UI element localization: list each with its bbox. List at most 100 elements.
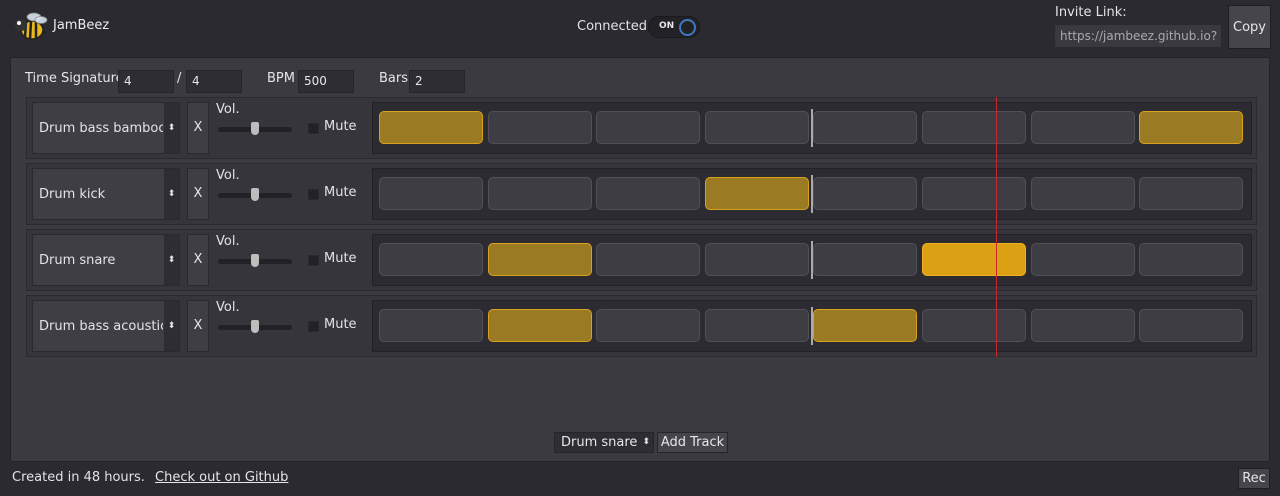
volume-slider-thumb[interactable]	[251, 188, 259, 201]
step-pad[interactable]	[922, 177, 1026, 210]
step-pad[interactable]	[922, 243, 1026, 276]
step-pad[interactable]	[487, 111, 592, 144]
bpm-input[interactable]: 500	[298, 70, 354, 93]
volume-slider-thumb[interactable]	[251, 122, 259, 135]
volume-slider-thumb[interactable]	[251, 320, 259, 333]
volume-label: Vol.	[216, 168, 240, 183]
track-name: Drum bass acoustic	[39, 318, 163, 334]
volume-label: Vol.	[216, 234, 240, 249]
step-pad[interactable]	[704, 111, 809, 144]
track-row: Drum kick ⬍ X Vol. Mute	[26, 163, 1257, 225]
step-pad[interactable]	[379, 111, 483, 144]
step-pad[interactable]	[704, 243, 809, 276]
step-pad[interactable]	[1030, 111, 1135, 144]
playhead	[996, 97, 997, 357]
step-pad[interactable]	[379, 177, 483, 210]
bar-divider	[811, 307, 813, 345]
track-instrument-select[interactable]: Drum bass bamboo ⬍	[32, 102, 180, 154]
volume-label: Vol.	[216, 300, 240, 315]
delete-track-button[interactable]: X	[187, 300, 209, 352]
step-pad[interactable]	[813, 177, 918, 210]
volume-slider[interactable]	[218, 122, 292, 135]
select-arrow-icon: ⬍	[164, 169, 179, 219]
bar-divider	[811, 175, 813, 213]
step-grid	[372, 102, 1252, 154]
toggle-state-text: ON	[659, 21, 675, 31]
rec-button[interactable]: Rec	[1238, 468, 1270, 489]
select-arrow-icon: ⬍	[642, 437, 650, 447]
footer-text: Created in 48 hours.	[12, 470, 145, 485]
add-track-selected: Drum snare	[561, 435, 638, 450]
step-pad[interactable]	[379, 309, 483, 342]
time-sig-separator: /	[177, 71, 182, 86]
volume-label: Vol.	[216, 102, 240, 117]
step-pad[interactable]	[813, 243, 918, 276]
step-pad[interactable]	[596, 243, 701, 276]
volume-slider-thumb[interactable]	[251, 254, 259, 267]
step-pad[interactable]	[596, 111, 701, 144]
track-name: Drum bass bamboo	[39, 120, 163, 136]
connection-toggle[interactable]: ON	[648, 16, 700, 38]
step-grid	[372, 300, 1252, 352]
step-pad[interactable]	[922, 111, 1026, 144]
select-arrow-icon: ⬍	[164, 235, 179, 285]
invite-link-label: Invite Link:	[1055, 5, 1127, 20]
step-pad[interactable]	[379, 243, 483, 276]
top-bar: JamBeez Connected ON Invite Link: https:…	[0, 0, 1280, 56]
mute-label: Mute	[324, 251, 357, 266]
volume-slider[interactable]	[218, 254, 292, 267]
track-row: Drum bass acoustic ⬍ X Vol. Mute	[26, 295, 1257, 357]
track-name: Drum snare	[39, 252, 116, 268]
time-sig-denominator-input[interactable]: 4	[186, 70, 242, 93]
mute-checkbox[interactable]	[308, 189, 319, 200]
volume-slider[interactable]	[218, 320, 292, 333]
add-track-instrument-select[interactable]: Drum snare ⬍	[554, 432, 654, 453]
step-pad[interactable]	[1139, 177, 1244, 210]
step-pad[interactable]	[596, 309, 701, 342]
time-signature-label: Time Signature	[25, 71, 124, 86]
invite-link-field[interactable]: https://jambeez.github.io?	[1054, 24, 1222, 48]
bars-input[interactable]: 2	[409, 70, 465, 93]
github-link[interactable]: Check out on Github	[155, 470, 288, 485]
delete-track-button[interactable]: X	[187, 168, 209, 220]
step-pad[interactable]	[813, 111, 918, 144]
step-pad[interactable]	[1139, 243, 1244, 276]
step-pad[interactable]	[1030, 309, 1135, 342]
step-pad[interactable]	[1030, 243, 1135, 276]
step-pad[interactable]	[1030, 177, 1135, 210]
mute-checkbox[interactable]	[308, 321, 319, 332]
step-grid	[372, 234, 1252, 286]
step-pad[interactable]	[487, 309, 592, 342]
step-pad[interactable]	[922, 309, 1026, 342]
step-pad[interactable]	[813, 309, 918, 342]
delete-track-button[interactable]: X	[187, 234, 209, 286]
track-instrument-select[interactable]: Drum bass acoustic ⬍	[32, 300, 180, 352]
mute-checkbox[interactable]	[308, 123, 319, 134]
mute-checkbox[interactable]	[308, 255, 319, 266]
sequencer-panel: Time Signature 4 / 4 BPM 500 Bars 2 Drum…	[10, 57, 1270, 462]
select-arrow-icon: ⬍	[164, 301, 179, 351]
mute-label: Mute	[324, 317, 357, 332]
connection-label: Connected	[577, 19, 648, 34]
bar-divider	[811, 109, 813, 147]
step-pad[interactable]	[1139, 309, 1244, 342]
step-pad[interactable]	[704, 177, 809, 210]
bars-label: Bars	[379, 71, 409, 86]
step-grid	[372, 168, 1252, 220]
volume-slider[interactable]	[218, 188, 292, 201]
delete-track-button[interactable]: X	[187, 102, 209, 154]
step-pad[interactable]	[487, 177, 592, 210]
copy-button[interactable]: Copy	[1228, 5, 1271, 49]
time-sig-numerator-input[interactable]: 4	[118, 70, 174, 93]
track-instrument-select[interactable]: Drum kick ⬍	[32, 168, 180, 220]
step-pad[interactable]	[487, 243, 592, 276]
bpm-label: BPM	[267, 71, 295, 86]
step-pad[interactable]	[704, 309, 809, 342]
track-instrument-select[interactable]: Drum snare ⬍	[32, 234, 180, 286]
step-pad[interactable]	[596, 177, 701, 210]
track-name: Drum kick	[39, 186, 106, 202]
track-row: Drum snare ⬍ X Vol. Mute	[26, 229, 1257, 291]
step-pad[interactable]	[1139, 111, 1244, 144]
app-title: JamBeez	[53, 18, 110, 33]
add-track-button[interactable]: Add Track	[657, 432, 728, 453]
